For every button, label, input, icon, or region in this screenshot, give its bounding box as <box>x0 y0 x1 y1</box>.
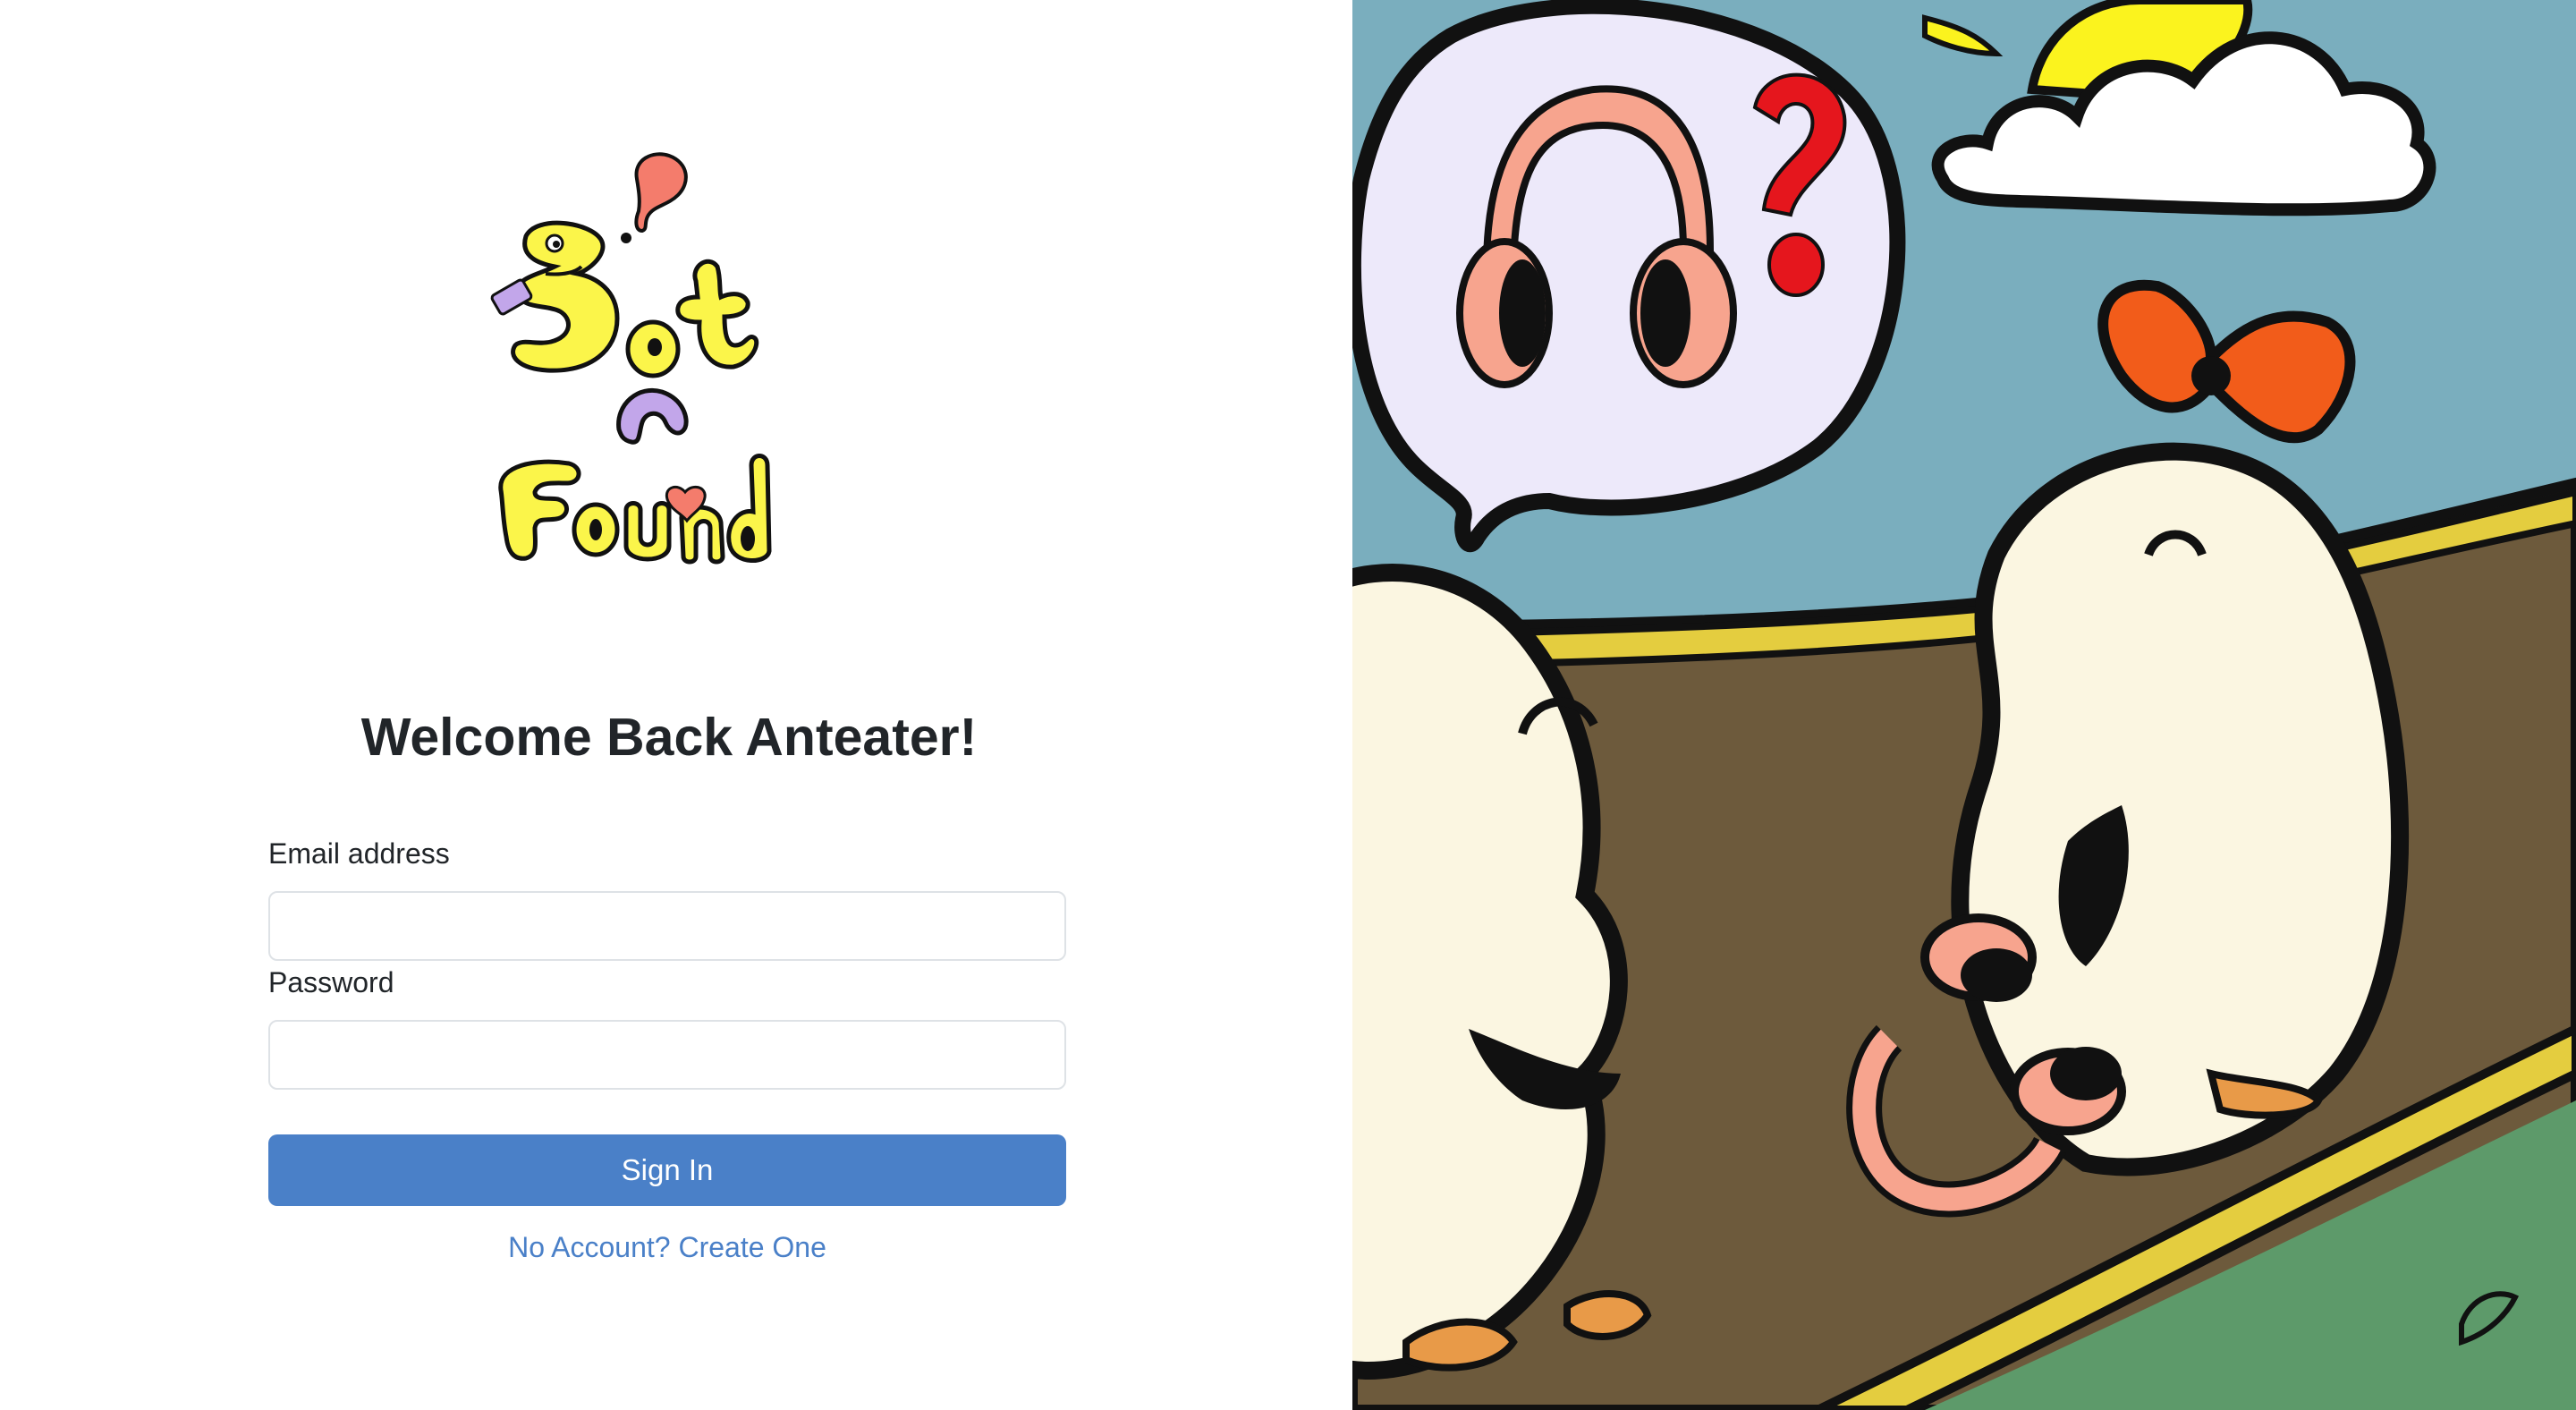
login-panel: Welcome Back Anteater! Email address Pas… <box>0 0 1352 1410</box>
sign-in-button[interactable]: Sign In <box>268 1134 1066 1206</box>
email-label: Email address <box>268 837 450 870</box>
lost-n-found-logo <box>490 152 772 565</box>
page-title: Welcome Back Anteater! <box>360 708 978 767</box>
lost-and-found-illustration <box>1352 0 2576 1410</box>
create-account-link[interactable]: No Account? Create One <box>268 1231 1066 1264</box>
email-field[interactable] <box>268 891 1066 961</box>
password-label: Password <box>268 966 394 998</box>
password-field[interactable] <box>268 1020 1066 1090</box>
illustration-panel <box>1352 0 2576 1410</box>
